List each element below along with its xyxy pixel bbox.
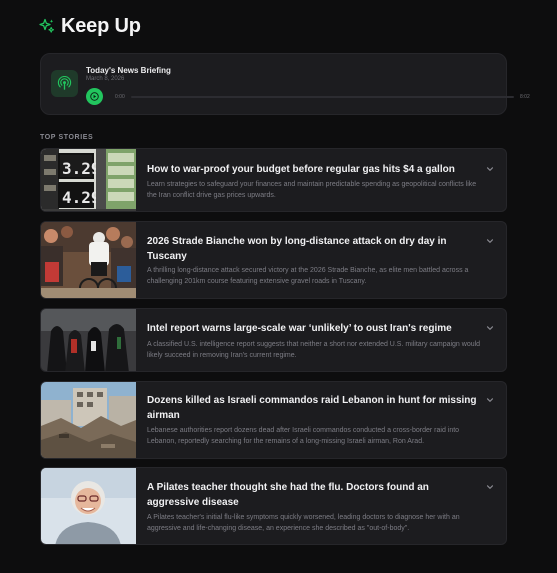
story-card[interactable]: 2026 Strade Bianche won by long-distance…	[40, 221, 507, 299]
story-card[interactable]: A Pilates teacher thought she had the fl…	[40, 467, 507, 545]
sparkle-icon	[39, 18, 55, 34]
story-title[interactable]: A Pilates teacher thought she had the fl…	[147, 480, 477, 510]
story-thumbnail-iran-protest	[41, 309, 136, 371]
time-total: 8:02	[520, 94, 530, 100]
progress-slider[interactable]	[131, 96, 514, 98]
app-root: Keep Up Today's News Briefing March 8, 2…	[0, 0, 557, 573]
story-thumbnail-pilates-teacher	[41, 468, 136, 544]
briefing-date: March 8, 2026	[86, 76, 125, 82]
story-thumbnail-lebanon-rubble	[41, 382, 136, 458]
section-label-top-stories: TOP STORIES	[40, 134, 94, 141]
story-thumbnail-cycling	[41, 222, 136, 298]
story-title[interactable]: Intel report warns large-scale war ‘unli…	[147, 321, 477, 336]
story-description: A thrilling long-distance attack secured…	[147, 267, 469, 285]
app-header: Keep Up	[39, 12, 141, 40]
story-description: Learn strategies to safeguard your finan…	[147, 181, 477, 199]
chevron-down-icon[interactable]	[485, 323, 494, 332]
chevron-down-icon[interactable]	[485, 395, 494, 404]
app-title: Keep Up	[61, 14, 141, 37]
chevron-down-icon[interactable]	[485, 236, 494, 245]
play-icon	[90, 92, 99, 101]
chevron-down-icon[interactable]	[485, 482, 494, 491]
svg-text:3.29: 3.29	[62, 159, 101, 178]
news-briefing-player: Today's News Briefing March 8, 2026 0:00…	[40, 53, 530, 115]
story-card[interactable]: Dozens killed as Israeli commandos raid …	[40, 381, 507, 459]
story-title[interactable]: Dozens killed as Israeli commandos raid …	[147, 393, 477, 423]
time-elapsed: 0:00	[115, 94, 125, 100]
chevron-down-icon[interactable]	[485, 164, 494, 173]
podcast-icon	[51, 70, 78, 97]
story-description: Lebanese authorities report dozens dead …	[147, 427, 460, 445]
story-title[interactable]: 2026 Strade Bianche won by long-distance…	[147, 234, 477, 264]
story-card[interactable]: 3.29 4.29 How to war-proof your budget b…	[40, 148, 507, 212]
story-thumbnail-gas-prices: 3.29 4.29	[41, 149, 136, 211]
briefing-title: Today's News Briefing	[86, 66, 171, 75]
svg-text:4.29: 4.29	[62, 188, 101, 207]
story-title[interactable]: How to war-proof your budget before regu…	[147, 162, 477, 177]
story-description: A classified U.S. intelligence report su…	[147, 341, 481, 359]
play-button[interactable]	[86, 88, 103, 105]
story-card[interactable]: Intel report warns large-scale war ‘unli…	[40, 308, 507, 372]
story-description: A Pilates teacher's initial flu-like sym…	[147, 514, 460, 532]
